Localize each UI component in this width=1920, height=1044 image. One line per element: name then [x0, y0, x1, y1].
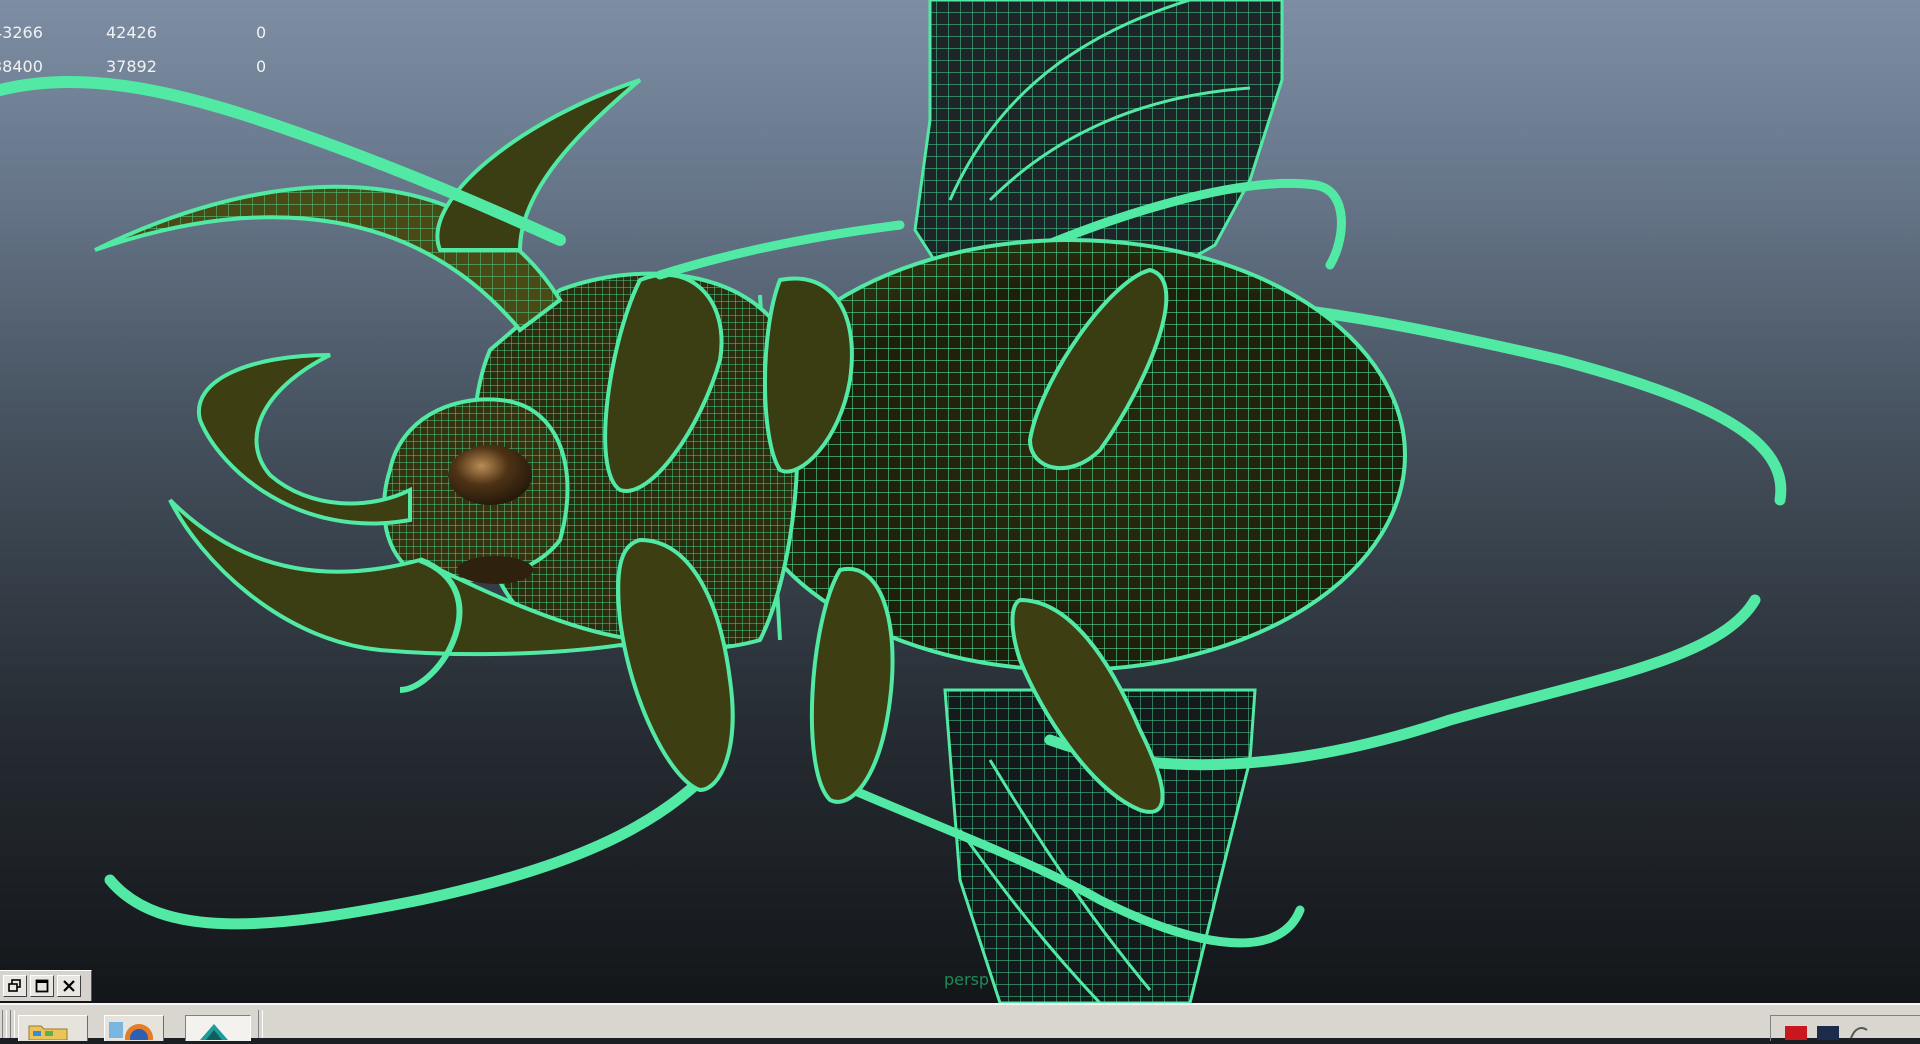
- firefox-icon: [109, 1022, 153, 1044]
- hud-value: 0: [256, 23, 267, 42]
- folder-icon: [28, 1025, 68, 1041]
- speaker-icon: [1850, 1027, 1868, 1039]
- restore-icon[interactable]: [3, 975, 27, 997]
- beetle-model[interactable]: [0, 0, 1920, 1003]
- taskbar-button-maya[interactable]: [185, 1015, 251, 1041]
- hud-row: 38400 37892 0: [0, 50, 280, 84]
- taskbar-grip[interactable]: [10, 1010, 15, 1038]
- camera-label: persp: [944, 970, 990, 989]
- taskbar-grip[interactable]: [2, 1010, 7, 1038]
- hud-row: 43266 42426 0: [0, 16, 280, 50]
- hud-value: 38400: [0, 57, 43, 76]
- taskbar-button-folder[interactable]: [18, 1015, 88, 1041]
- maximize-icon[interactable]: [30, 975, 54, 997]
- poly-count-hud: 43266 42426 0 38400 37892 0: [0, 16, 280, 84]
- taskbar-grip[interactable]: [258, 1010, 263, 1038]
- system-tray: [1770, 1015, 1920, 1041]
- hud-value: 37892: [106, 57, 157, 76]
- eye: [448, 445, 532, 505]
- taskbar: [0, 1003, 1920, 1044]
- hud-value: 43266: [0, 23, 43, 42]
- maya-viewport[interactable]: 43266 42426 0 38400 37892 0 persp: [0, 0, 1920, 1003]
- hud-value: 42426: [106, 23, 157, 42]
- window-controls: [0, 970, 92, 1001]
- taskbar-button-firefox[interactable]: [104, 1015, 164, 1044]
- hud-value: 0: [256, 57, 267, 76]
- maya-icon: [200, 1024, 228, 1040]
- close-icon[interactable]: [57, 975, 81, 997]
